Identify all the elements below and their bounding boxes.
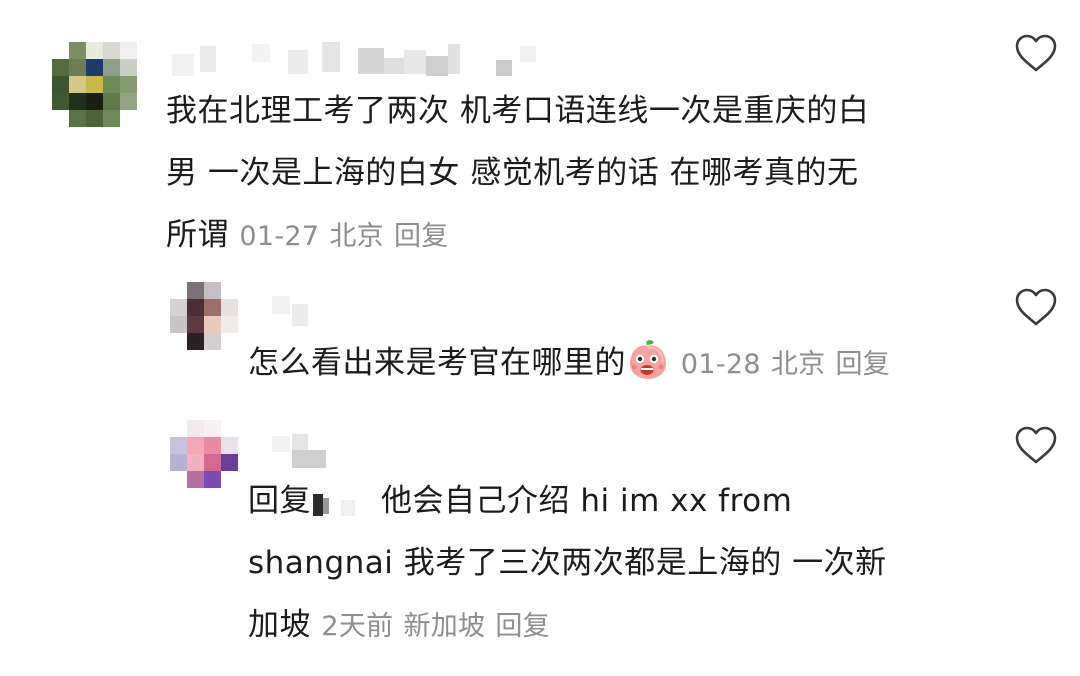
comment-text: 怎么看出来是考官在哪里的 01-28 北京 回复 bbox=[248, 332, 988, 396]
like-button[interactable] bbox=[1014, 287, 1058, 327]
avatar[interactable] bbox=[52, 42, 138, 128]
comment-line: 加坡 bbox=[248, 607, 311, 643]
username-redacted[interactable] bbox=[272, 296, 332, 332]
avatar[interactable] bbox=[170, 282, 240, 352]
reply-prefix: 回复 bbox=[248, 483, 311, 519]
comment-date: 01-27 bbox=[239, 221, 320, 252]
reply-button[interactable]: 回复 bbox=[394, 221, 449, 252]
avatar[interactable] bbox=[170, 420, 240, 490]
comment-text: 我在北理工考了两次 机考口语连线一次是重庆的白 男 一次是上海的白女 感觉机考的… bbox=[166, 80, 986, 268]
username-redacted[interactable] bbox=[172, 42, 552, 80]
comment-meta: 2天前 新加坡 回复 bbox=[321, 611, 560, 642]
comment-location: 新加坡 bbox=[403, 611, 486, 642]
comment-thread: 我在北理工考了两次 机考口语连线一次是重庆的白 男 一次是上海的白女 感觉机考的… bbox=[0, 0, 1080, 676]
surprised-peach-emoji-icon bbox=[628, 339, 668, 381]
like-button[interactable] bbox=[1014, 425, 1058, 465]
comment-line-with-meta: 怎么看出来是考官在哪里的 01-28 北京 回复 bbox=[248, 332, 988, 396]
comment-line-with-meta: 加坡 2天前 新加坡 回复 bbox=[248, 594, 988, 658]
comment-meta: 01-28 北京 回复 bbox=[672, 349, 900, 380]
like-button[interactable] bbox=[1014, 33, 1058, 73]
comment-text: 回复 他会自己介绍 hi im xx from shangnai 我考了三次两次… bbox=[248, 470, 988, 658]
comment-line: 所谓 bbox=[166, 217, 229, 253]
comment-line-text: 他会自己介绍 hi im xx from bbox=[381, 483, 793, 519]
reply-button[interactable]: 回复 bbox=[495, 611, 550, 642]
comment-meta: 01-27 北京 回复 bbox=[239, 221, 458, 252]
mention-redacted[interactable] bbox=[311, 488, 381, 518]
heart-outline-icon bbox=[1015, 34, 1057, 72]
comment-location: 北京 bbox=[770, 349, 826, 380]
username-redacted[interactable] bbox=[272, 434, 332, 470]
comment-date: 01-28 bbox=[680, 349, 761, 380]
comment-line-with-meta: 所谓 01-27 北京 回复 bbox=[166, 204, 986, 268]
comment-line: 男 一次是上海的白女 感觉机考的话 在哪考真的无 bbox=[166, 155, 859, 191]
comment-location: 北京 bbox=[329, 221, 384, 252]
reply-button[interactable]: 回复 bbox=[835, 349, 890, 380]
heart-outline-icon bbox=[1015, 426, 1057, 464]
comment-line: shangnai 我考了三次两次都是上海的 一次新 bbox=[248, 545, 887, 581]
heart-outline-icon bbox=[1015, 288, 1057, 326]
comment-line: 怎么看出来是考官在哪里的 bbox=[248, 345, 626, 381]
comment-line: 回复 他会自己介绍 hi im xx from bbox=[248, 470, 988, 532]
comment-date: 2天前 bbox=[321, 611, 394, 642]
comment-line: 我在北理工考了两次 机考口语连线一次是重庆的白 bbox=[166, 93, 870, 129]
